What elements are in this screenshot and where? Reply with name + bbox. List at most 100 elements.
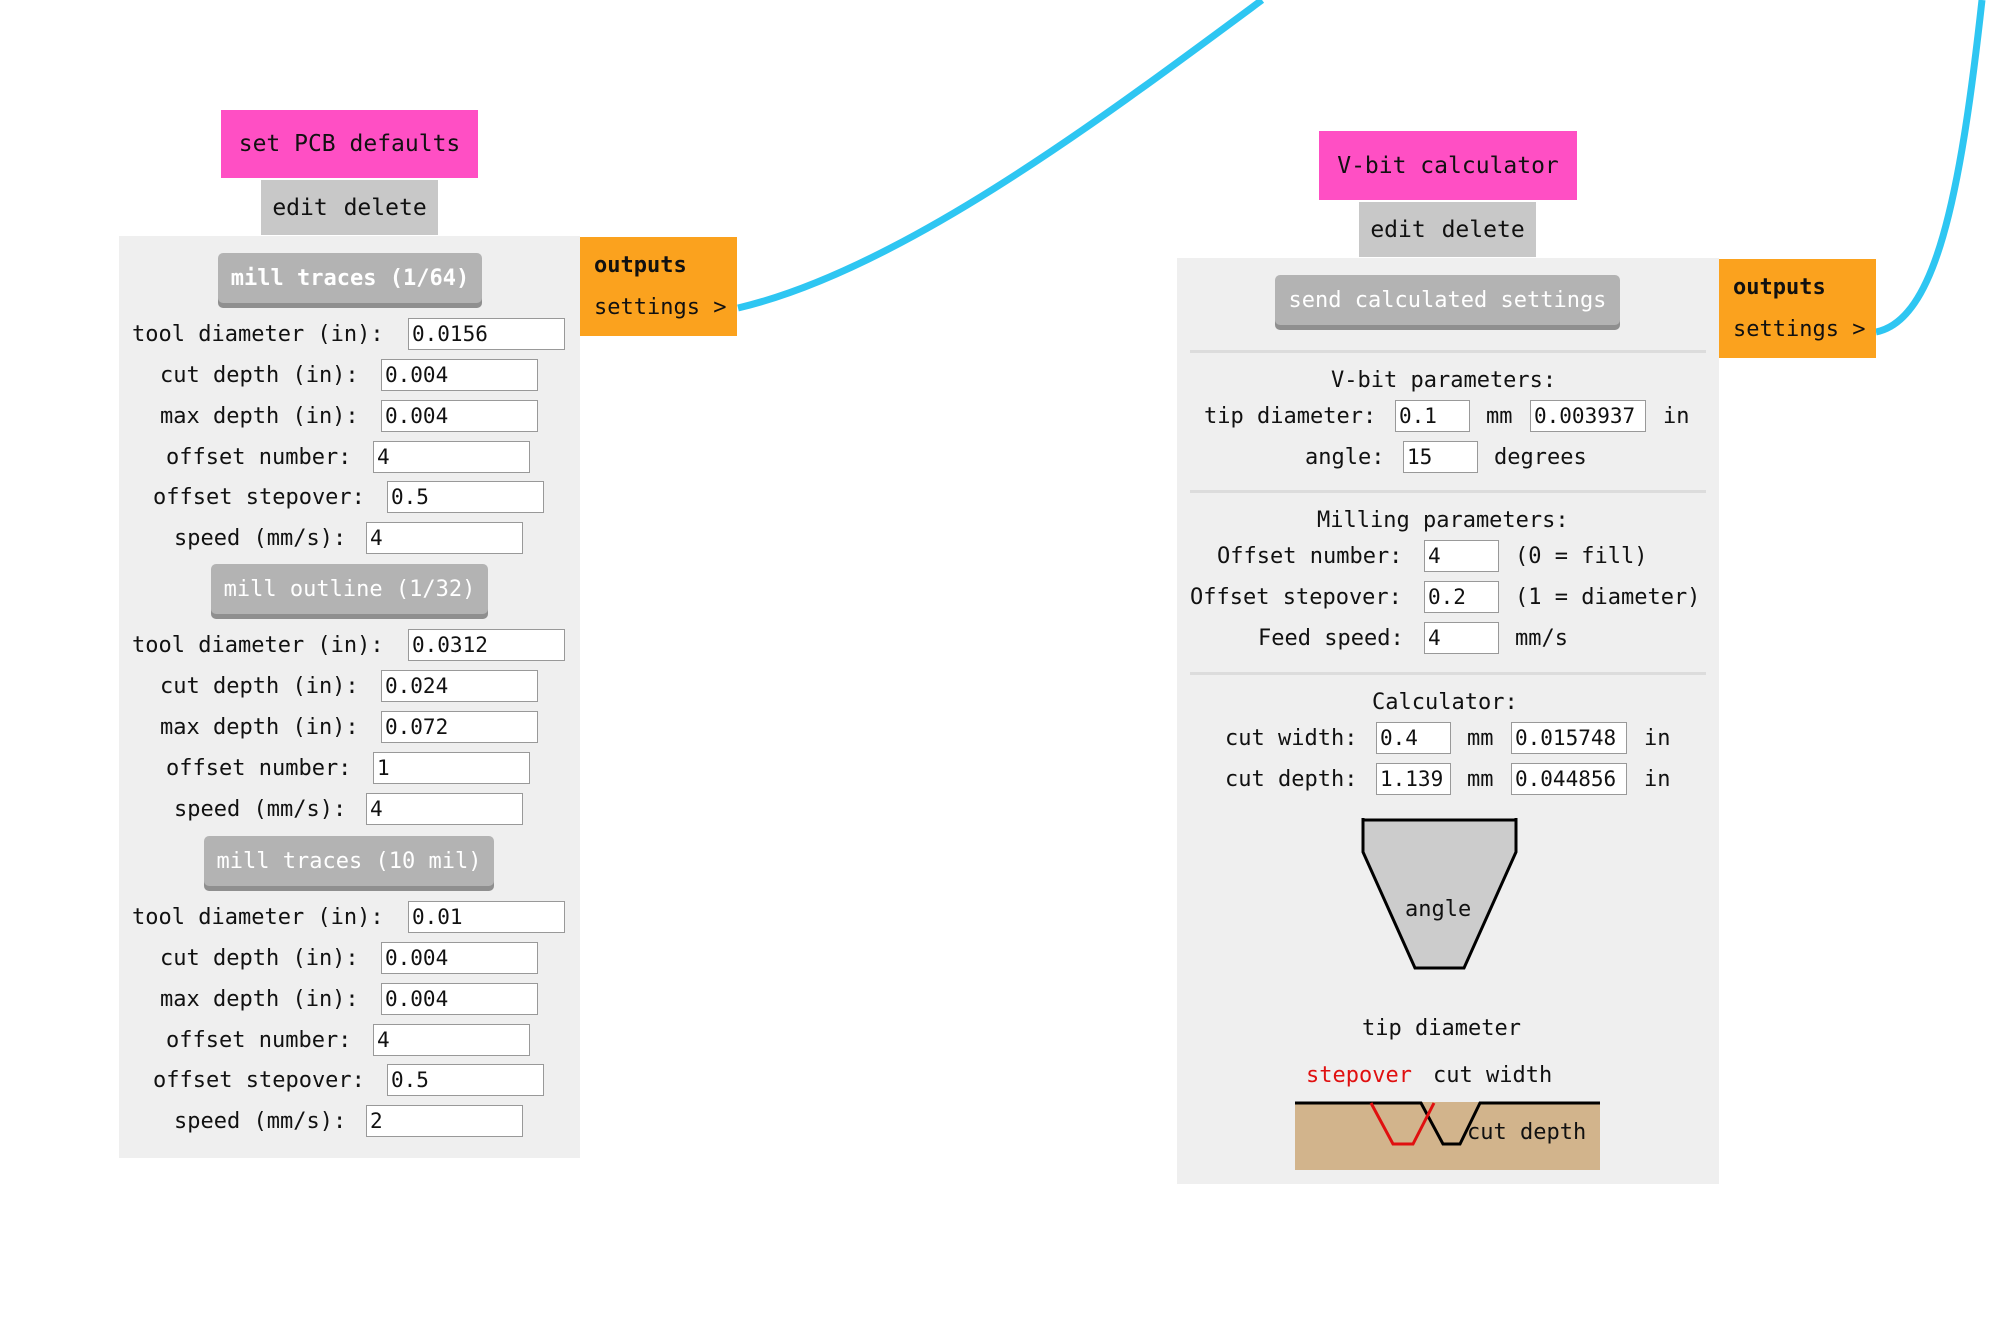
diagram-stepover-label: stepover bbox=[1306, 1063, 1412, 1088]
field-label: cut depth (in): bbox=[160, 946, 359, 971]
mill-outline-132-label: mill outline (1/32) bbox=[223, 576, 476, 602]
offset-stepover-input[interactable] bbox=[387, 481, 544, 513]
pcb-edit-delete-bar: edit delete bbox=[261, 180, 438, 235]
field-label: offset stepover: bbox=[153, 485, 365, 510]
field-label: offset number: bbox=[166, 445, 352, 470]
tool-diameter-input[interactable] bbox=[408, 901, 565, 933]
calculator-heading: Calculator: bbox=[1372, 690, 1518, 715]
cut-width-in-input[interactable] bbox=[1511, 722, 1627, 754]
vbit-edit-delete-bar: edit delete bbox=[1359, 202, 1536, 257]
vbit-outputs-panel: outputs settings > bbox=[1719, 259, 1876, 358]
max-depth-input[interactable] bbox=[381, 711, 538, 743]
max-depth-input[interactable] bbox=[381, 983, 538, 1015]
diagram-cut-width-label: cut width bbox=[1433, 1063, 1553, 1088]
offset-stepover-label: Offset stepover: bbox=[1190, 585, 1402, 610]
mm-unit: mm bbox=[1486, 404, 1513, 429]
pcb-outputs-panel: outputs settings > bbox=[580, 237, 737, 336]
tip-diameter-label: tip diameter: bbox=[1204, 404, 1377, 429]
cut-depth-input[interactable] bbox=[381, 942, 538, 974]
mm-unit: mm bbox=[1467, 767, 1494, 792]
field-label: max depth (in): bbox=[160, 404, 359, 429]
vbit-diagram bbox=[1295, 818, 1600, 1170]
field-label: offset stepover: bbox=[153, 1068, 365, 1093]
field-label: max depth (in): bbox=[160, 715, 359, 740]
offset-number-note: (0 = fill) bbox=[1515, 544, 1648, 569]
mill-outline-132-button[interactable]: mill outline (1/32) bbox=[211, 564, 488, 614]
vbit-parameters-heading: V-bit parameters: bbox=[1331, 368, 1557, 393]
offset-number-input[interactable] bbox=[1424, 540, 1499, 572]
pcb-title-text: set PCB defaults bbox=[238, 131, 461, 157]
tool-diameter-input[interactable] bbox=[408, 629, 565, 661]
cut-width-label: cut width: bbox=[1225, 726, 1358, 751]
in-unit: in bbox=[1663, 404, 1690, 429]
feed-speed-label: Feed speed: bbox=[1258, 626, 1404, 651]
pcb-edit-link[interactable]: edit bbox=[272, 195, 327, 221]
offset-stepover-input[interactable] bbox=[1424, 581, 1499, 613]
pcb-module-panel: mill traces (1/64) tool diameter (in): c… bbox=[119, 236, 580, 1158]
field-label: tool diameter (in): bbox=[132, 633, 384, 658]
send-calculated-settings-button[interactable]: send calculated settings bbox=[1275, 275, 1620, 325]
tool-diameter-input[interactable] bbox=[408, 318, 565, 350]
angle-label: angle: bbox=[1305, 445, 1385, 470]
outputs-heading: outputs bbox=[594, 253, 687, 278]
feed-speed-input[interactable] bbox=[1424, 622, 1499, 654]
field-label: max depth (in): bbox=[160, 987, 359, 1012]
offset-number-input[interactable] bbox=[373, 1024, 530, 1056]
cut-depth-mm-input[interactable] bbox=[1376, 763, 1451, 795]
max-depth-input[interactable] bbox=[381, 400, 538, 432]
cut-depth-in-input[interactable] bbox=[1511, 763, 1627, 795]
diagram-angle-label: angle bbox=[1405, 897, 1472, 922]
pcb-module-title[interactable]: set PCB defaults bbox=[221, 110, 478, 178]
vbit-title-text: V-bit calculator bbox=[1337, 152, 1559, 179]
divider bbox=[1190, 350, 1706, 353]
field-label: tool diameter (in): bbox=[132, 322, 384, 347]
degrees-unit: degrees bbox=[1494, 445, 1587, 470]
outputs-heading: outputs bbox=[1733, 275, 1826, 300]
field-label: speed (mm/s): bbox=[174, 526, 347, 551]
offset-number-input[interactable] bbox=[373, 441, 530, 473]
in-unit: in bbox=[1644, 726, 1671, 751]
offset-stepover-input[interactable] bbox=[387, 1064, 544, 1096]
tip-diameter-in-input[interactable] bbox=[1530, 400, 1646, 432]
send-calculated-settings-label: send calculated settings bbox=[1288, 287, 1607, 313]
angle-input[interactable] bbox=[1403, 441, 1478, 473]
mill-traces-10mil-label: mill traces (10 mil) bbox=[216, 848, 482, 874]
diagram-cut-depth-label: cut depth bbox=[1467, 1120, 1587, 1145]
vbit-module-panel: send calculated settings V-bit parameter… bbox=[1177, 258, 1719, 1184]
field-label: offset number: bbox=[166, 1028, 352, 1053]
offset-number-label: Offset number: bbox=[1217, 544, 1403, 569]
field-label: speed (mm/s): bbox=[174, 1109, 347, 1134]
wire-vbit-settings bbox=[1875, 0, 1986, 336]
field-label: cut depth (in): bbox=[160, 363, 359, 388]
field-label: cut depth (in): bbox=[160, 674, 359, 699]
vbit-delete-link[interactable]: delete bbox=[1442, 217, 1525, 243]
field-label: tool diameter (in): bbox=[132, 905, 384, 930]
cut-width-mm-input[interactable] bbox=[1376, 722, 1451, 754]
field-label: offset number: bbox=[166, 756, 352, 781]
vbit-module-title[interactable]: V-bit calculator bbox=[1319, 131, 1577, 200]
settings-output-port[interactable]: settings > bbox=[1733, 317, 1865, 342]
vbit-edit-link[interactable]: edit bbox=[1370, 217, 1425, 243]
divider bbox=[1190, 672, 1706, 675]
speed-input[interactable] bbox=[366, 522, 523, 554]
mm-unit: mm bbox=[1467, 726, 1494, 751]
mill-traces-164-button[interactable]: mill traces (1/64) bbox=[218, 253, 482, 303]
in-unit: in bbox=[1644, 767, 1671, 792]
mill-traces-10mil-button[interactable]: mill traces (10 mil) bbox=[204, 836, 494, 886]
offset-stepover-note: (1 = diameter) bbox=[1515, 585, 1701, 610]
settings-output-port[interactable]: settings > bbox=[594, 295, 726, 320]
feed-speed-unit: mm/s bbox=[1515, 626, 1568, 651]
diagram-tip-diameter-label: tip diameter bbox=[1362, 1016, 1521, 1041]
pcb-delete-link[interactable]: delete bbox=[344, 195, 427, 221]
mill-traces-164-label: mill traces (1/64) bbox=[230, 265, 470, 291]
cut-depth-input[interactable] bbox=[381, 359, 538, 391]
divider bbox=[1190, 490, 1706, 493]
cut-depth-input[interactable] bbox=[381, 670, 538, 702]
field-label: speed (mm/s): bbox=[174, 797, 347, 822]
tip-diameter-mm-input[interactable] bbox=[1395, 400, 1470, 432]
offset-number-input[interactable] bbox=[373, 752, 530, 784]
milling-parameters-heading: Milling parameters: bbox=[1317, 508, 1569, 533]
cut-depth-label: cut depth: bbox=[1225, 767, 1358, 792]
speed-input[interactable] bbox=[366, 793, 523, 825]
speed-input[interactable] bbox=[366, 1105, 523, 1137]
